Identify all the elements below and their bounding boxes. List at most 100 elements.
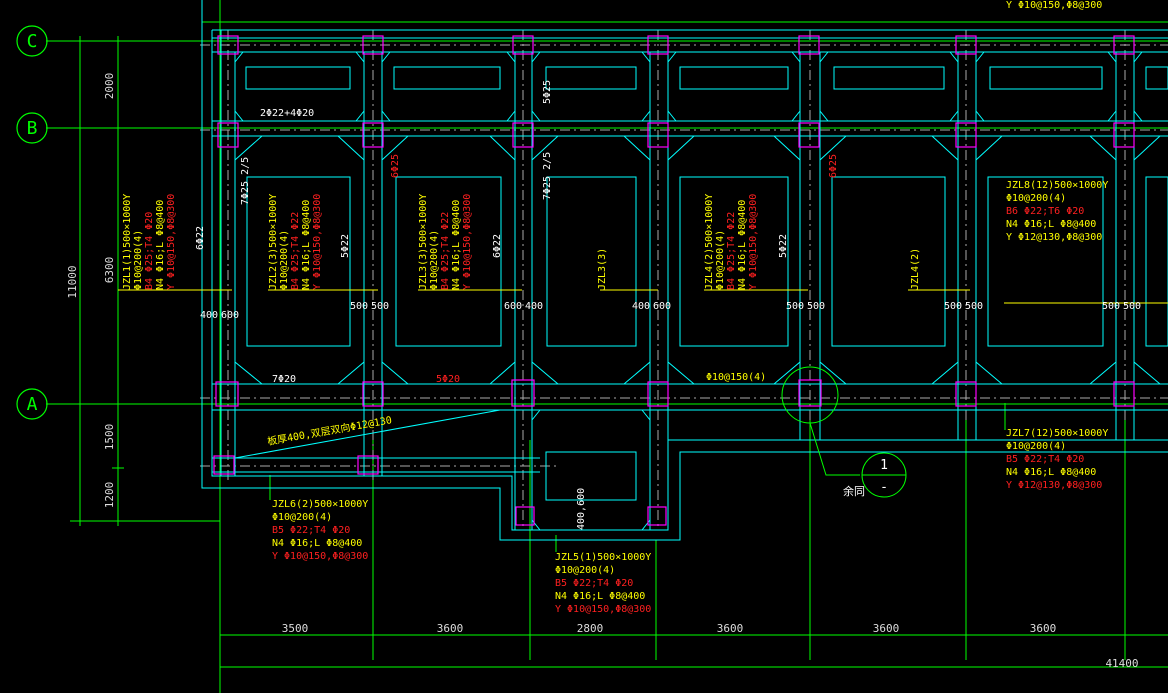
jzl5-line5: Y Φ10@150,Φ8@300 <box>555 604 651 615</box>
jzl5-line1: JZL5(1)500×1000Y <box>555 552 651 563</box>
note-s4: 5Φ22 <box>778 234 789 258</box>
jzl3-line5: Y Φ10@150,Φ8@300 <box>462 194 473 290</box>
jzl2-line5: Y Φ10@150,Φ8@300 <box>312 194 323 290</box>
note-s2: 5Φ22 <box>340 234 351 258</box>
jzl7-line5: Y Φ12@130,Φ8@300 <box>1006 480 1102 491</box>
beam-label-jzl3-short: JZL3(3) <box>597 248 608 290</box>
axis-bubble-c: C <box>16 25 48 57</box>
jzl6-line2: Φ10@200(4) <box>272 512 332 523</box>
offset-3b: 400 <box>525 301 543 312</box>
jzl7-line4: N4 Φ16;L Φ8@400 <box>1006 467 1096 478</box>
beam-annotation-jzl2: JZL2(3)500×1000Y Φ10@200(4) B4 Φ25;T4 Φ2… <box>268 194 323 290</box>
dim-span-2: 3600 <box>437 622 464 635</box>
note-top-span: 2Φ22+4Φ20 <box>260 108 314 119</box>
note-slab: 板厚400,双层双向Φ12@130 <box>266 413 393 448</box>
beam-annotation-jzl1: JZL1(1)500×1000Y Φ10@200(4) B4 Φ25;T4 Φ2… <box>122 194 177 290</box>
jzl4-line3: B4 Φ25;T4 Φ22 <box>726 212 737 290</box>
dim-span-4: 3600 <box>717 622 744 635</box>
jzl3-line4: N4 Φ16;L Φ8@400 <box>451 200 462 290</box>
dim-span-1: 3500 <box>282 622 309 635</box>
jzl1-line1: JZL1(1)500×1000Y <box>122 194 133 290</box>
note-v1: 7Φ25 2/5 <box>240 157 251 205</box>
offset-7a: 500 <box>1102 301 1120 312</box>
jzl7-line2: Φ10@200(4) <box>1006 441 1066 452</box>
dim-total-bottom: 41400 <box>1105 657 1138 670</box>
note-v2: 6Φ25 <box>390 154 401 178</box>
dim-span-3: 2800 <box>577 622 604 635</box>
offset-2b: 500 <box>371 301 389 312</box>
dim-a-2: 1200 <box>103 482 116 509</box>
note-s3: 6Φ22 <box>492 234 503 258</box>
note-n1: 5Φ25 <box>542 80 553 104</box>
jzl8-line3: B6 Φ22;T6 Φ20 <box>1006 206 1084 217</box>
axis-label-a: A <box>27 394 38 415</box>
dim-c-b: 2000 <box>103 73 116 100</box>
beam-annotation-jzl4: JZL4(2)500×1000Y Φ10@200(4) B4 Φ25;T4 Φ2… <box>704 194 759 290</box>
beam-annotation-jzl6: JZL6(2)500×1000Y Φ10@200(4) B5 Φ22;T4 Φ2… <box>272 499 368 562</box>
offset-7b: 500 <box>1123 301 1141 312</box>
jzl5-line2: Φ10@200(4) <box>555 565 615 576</box>
note-v3: 7Φ25 2/5 <box>542 152 553 200</box>
jzl3-line2: Φ10@200(4) <box>429 230 440 290</box>
dim-b-a: 6300 <box>103 257 116 284</box>
note-s1: 6Φ22 <box>195 226 206 250</box>
dim-total: 11000 <box>66 265 79 298</box>
jzl7-line1: JZL7(12)500×1000Y <box>1006 428 1108 439</box>
offset-1a: 400 <box>200 310 218 321</box>
top-note: Y Φ10@150,Φ8@300 <box>1006 0 1102 11</box>
bottom-dimensions: 3500 3600 2800 3600 3600 3600 41400 <box>282 622 1139 670</box>
jzl6-line5: Y Φ10@150,Φ8@300 <box>272 551 368 562</box>
axis-bubble-b: B <box>16 112 48 144</box>
jzl5-line3: B5 Φ22;T4 Φ20 <box>555 578 633 589</box>
jzl7-line3: B5 Φ22;T4 Φ20 <box>1006 454 1084 465</box>
beam-annotation-jzl5: JZL5(1)500×1000Y Φ10@200(4) B5 Φ22;T4 Φ2… <box>555 552 651 615</box>
jzl6-line3: B5 Φ22;T4 Φ20 <box>272 525 350 536</box>
offset-5a: 500 <box>786 301 804 312</box>
offset-1b: 600 <box>221 310 239 321</box>
foundation-beam-plan: C B A 1 - 余同 Y Φ10@150,Φ8@300 2000 6300 … <box>16 0 1168 693</box>
jzl8-line5: Y Φ12@130,Φ8@300 <box>1006 232 1102 243</box>
jzl8-line1: JZL8(12)500×1000Y <box>1006 180 1108 191</box>
note-stirrup: Φ10@150(4) <box>706 372 766 383</box>
dim-span-5: 3600 <box>873 622 900 635</box>
note-bot2: 5Φ20 <box>436 374 460 385</box>
dim-span-6: 3600 <box>1030 622 1057 635</box>
offset-5b: 500 <box>807 301 825 312</box>
axis-label-b: B <box>27 118 38 139</box>
jzl1-line4: N4 Φ16;L Φ8@400 <box>155 200 166 290</box>
jzl1-line5: Y Φ10@150,Φ8@300 <box>166 194 177 290</box>
offset-bottom: 400,600 <box>576 488 587 530</box>
offset-4b: 600 <box>653 301 671 312</box>
jzl8-line2: Φ10@200(4) <box>1006 193 1066 204</box>
axis-label-c: C <box>27 31 38 52</box>
jzl3-line3: B4 Φ25;T4 Φ22 <box>440 212 451 290</box>
beam-annotation-jzl7: JZL7(12)500×1000Y Φ10@200(4) B5 Φ22;T4 Φ… <box>1006 428 1108 491</box>
jzl2-line3: B4 Φ25;T4 Φ22 <box>290 212 301 290</box>
jzl1-line3: B4 Φ25;T4 Φ20 <box>144 212 155 290</box>
jzl6-line1: JZL6(2)500×1000Y <box>272 499 368 510</box>
detail-marker: 1 - 余同 <box>781 366 907 498</box>
offset-4a: 400 <box>632 301 650 312</box>
jzl2-line4: N4 Φ16;L Φ8@400 <box>301 200 312 290</box>
beam-annotation-jzl3: JZL3(3)500×1000Y Φ10@200(4) B4 Φ25;T4 Φ2… <box>418 194 473 290</box>
dim-a-1: 1500 <box>103 424 116 451</box>
jzl6-line4: N4 Φ16;L Φ8@400 <box>272 538 362 549</box>
jzl4-line5: Y Φ10@150,Φ8@300 <box>748 194 759 290</box>
beam-label-jzl4-short: JZL4(2) <box>910 248 921 290</box>
jzl5-line4: N4 Φ16;L Φ8@400 <box>555 591 645 602</box>
detail-sub: - <box>880 480 888 495</box>
jzl2-line2: Φ10@200(4) <box>279 230 290 290</box>
jzl8-line4: N4 Φ16;L Φ8@400 <box>1006 219 1096 230</box>
jzl4-line2: Φ10@200(4) <box>715 230 726 290</box>
beam-annotation-jzl8: JZL8(12)500×1000Y Φ10@200(4) B6 Φ22;T6 Φ… <box>1006 180 1108 243</box>
detail-note: 余同 <box>843 484 865 498</box>
note-bot1: 7Φ20 <box>272 374 296 385</box>
axis-bubble-a: A <box>16 388 48 420</box>
jzl4-line1: JZL4(2)500×1000Y <box>704 194 715 290</box>
jzl2-line1: JZL2(3)500×1000Y <box>268 194 279 290</box>
vertical-dimensions: 2000 6300 1500 1200 11000 <box>66 73 116 509</box>
detail-number: 1 <box>880 458 888 473</box>
note-v4: 6Φ25 <box>828 154 839 178</box>
offset-6b: 500 <box>965 301 983 312</box>
offset-2a: 500 <box>350 301 368 312</box>
